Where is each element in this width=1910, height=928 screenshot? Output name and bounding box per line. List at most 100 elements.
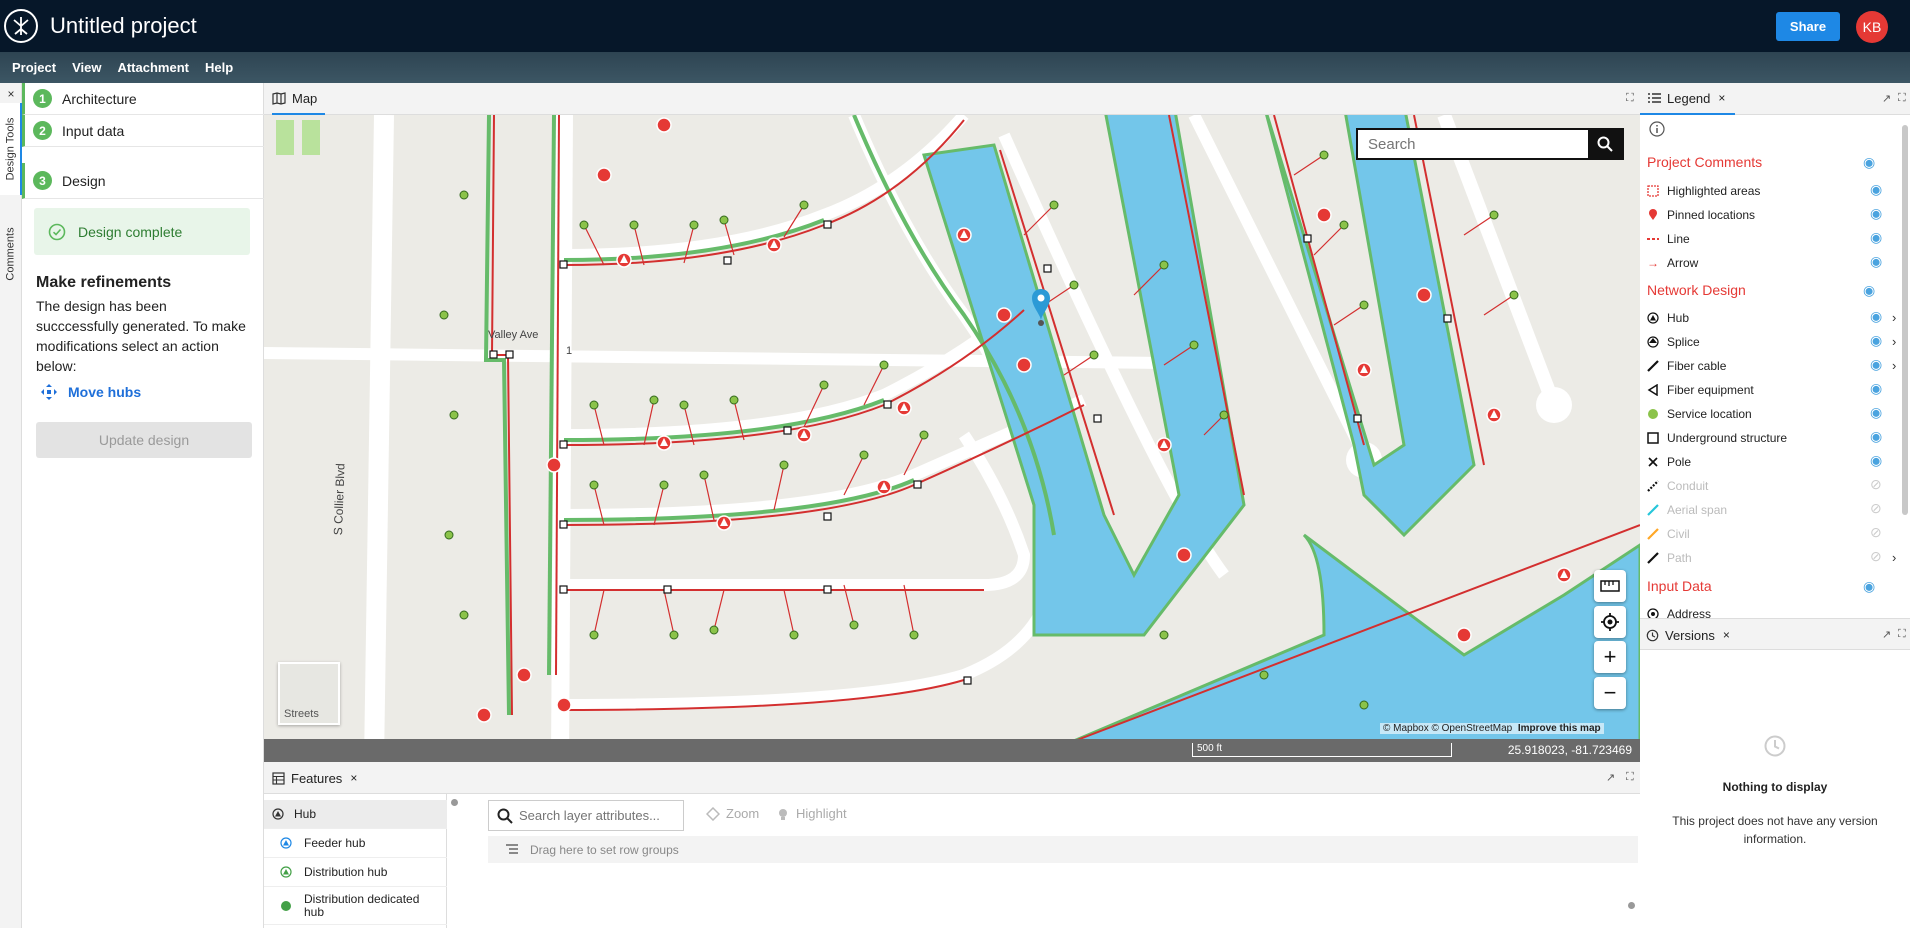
legend-item-fiber-equipment[interactable]: Fiber equipment ◉ [1647,380,1897,400]
side-tab-strip: × Design Tools Comments [0,83,22,928]
menu-project[interactable]: Project [12,60,56,75]
tab-comments[interactable]: Comments [0,213,22,295]
visibility-off-icon[interactable]: ⊘ [1870,548,1882,565]
layer-row-hub[interactable]: Hub [264,800,447,829]
zoom-out-button[interactable]: − [1594,677,1626,709]
menu-help[interactable]: Help [205,60,233,75]
map-search-input[interactable] [1358,130,1589,158]
improve-map-link[interactable]: Improve this map [1518,723,1601,734]
layer-label: Distribution hub [304,865,388,879]
zoom-action[interactable]: Zoom [706,806,759,821]
attribution-text[interactable]: © Mapbox © OpenStreetMap [1383,723,1512,734]
step-design[interactable]: 3 Design [22,163,264,199]
tab-design-tools[interactable]: Design Tools [0,103,22,195]
tab-map[interactable]: Map [272,83,326,115]
map-canvas[interactable]: Valley Ave S Collier Blvd 1 [264,115,1640,762]
visibility-eye-icon[interactable]: ◉ [1870,404,1882,421]
pin-icon [1647,209,1667,221]
legend-item-arrow[interactable]: → Arrow ◉ [1647,253,1897,273]
visibility-off-icon[interactable]: ⊘ [1870,476,1882,493]
legend-item-pole[interactable]: Pole ◉ [1647,452,1897,472]
visibility-eye-icon[interactable]: ◉ [1870,253,1882,270]
layer-label: Distribution dedicated hub [304,891,420,919]
legend-item-conduit[interactable]: Conduit ⊘ [1647,476,1897,496]
menu-view[interactable]: View [72,60,101,75]
legend-item-splice[interactable]: Splice ◉ › [1647,332,1897,352]
close-icon[interactable]: × [0,87,22,101]
locate-button[interactable] [1594,606,1626,638]
list-scrollbar[interactable] [451,799,458,806]
row-group-bar[interactable]: Drag here to set row groups [488,836,1638,863]
maximize-icon[interactable]: ⛶ [1626,771,1634,784]
visibility-eye-icon[interactable]: ◉ [1870,229,1882,246]
visibility-eye-icon[interactable]: ◉ [1870,428,1882,445]
maximize-icon[interactable]: ⛶ [1898,92,1906,105]
layer-search-input[interactable] [519,808,677,823]
visibility-eye-icon[interactable]: ◉ [1870,356,1882,373]
legend-item-aerial-span[interactable]: Aerial span ⊘ [1647,500,1897,520]
popout-icon[interactable]: ↗ [1882,92,1891,105]
legend-item-hub[interactable]: Hub ◉ › [1647,308,1897,328]
visibility-eye-icon[interactable]: ◉ [1870,205,1882,222]
maximize-icon[interactable]: ⛶ [1898,628,1906,641]
conduit-icon [1647,480,1667,492]
legend-item-highlighted-areas[interactable]: Highlighted areas ◉ [1647,181,1897,201]
maximize-icon[interactable]: ⛶ [1626,92,1634,105]
measure-tool-button[interactable] [1594,570,1626,602]
legend-item-civil[interactable]: Civil ⊘ [1647,524,1897,544]
update-design-button[interactable]: Update design [36,422,252,458]
project-title[interactable]: Untitled project [50,13,197,39]
visibility-eye-icon[interactable]: ◉ [1870,452,1882,469]
legend-item-underground-structure[interactable]: Underground structure ◉ [1647,428,1897,448]
popout-icon[interactable]: ↗ [1606,771,1615,784]
share-button[interactable]: Share [1776,12,1840,41]
layer-row-distribution-hub[interactable]: Distribution hub [264,858,447,887]
chevron-right-icon[interactable]: › [1892,550,1896,565]
legend-item-service-location[interactable]: Service location ◉ [1647,404,1897,424]
popout-icon[interactable]: ↗ [1882,628,1891,641]
arrow-icon: → [1647,256,1659,270]
app-logo-icon[interactable] [4,9,38,43]
legend-item-path[interactable]: Path ⊘ › [1647,548,1897,568]
info-icon[interactable] [1649,121,1665,137]
chevron-right-icon[interactable]: › [1892,310,1896,325]
legend-scrollbar[interactable] [1902,125,1908,515]
step-architecture[interactable]: 1 Architecture [22,83,264,115]
layer-row-distribution-dedicated-hub[interactable]: Distribution dedicated hub [264,887,447,925]
tab-versions[interactable]: Versions × [1646,619,1730,651]
menu-attachment[interactable]: Attachment [117,60,189,75]
visibility-eye-icon[interactable]: ◉ [1870,308,1882,325]
move-hubs-action[interactable]: Move hubs [40,383,141,401]
visibility-eye-icon[interactable]: ◉ [1870,332,1882,349]
visibility-eye-icon[interactable]: ◉ [1863,578,1875,595]
basemap-switcher[interactable]: Streets [278,662,340,725]
close-icon[interactable]: × [350,771,357,785]
zoom-label: Zoom [726,806,760,821]
zoom-in-button[interactable]: + [1594,641,1626,673]
visibility-eye-icon[interactable]: ◉ [1870,380,1882,397]
close-icon[interactable]: × [1718,91,1725,105]
row-group-icon [506,844,518,854]
highlight-action[interactable]: Highlight [776,806,847,821]
map-panel-header: Map ⛶ [264,83,1640,115]
user-avatar[interactable]: KB [1856,11,1888,43]
map-search-button[interactable] [1588,128,1622,160]
legend-item-fiber-cable[interactable]: Fiber cable ◉ › [1647,356,1897,376]
visibility-eye-icon[interactable]: ◉ [1863,154,1875,171]
visibility-eye-icon[interactable]: ◉ [1870,181,1882,198]
legend-item-address[interactable]: Address [1647,604,1897,618]
tab-features[interactable]: Features × [272,762,357,794]
step-input-data[interactable]: 2 Input data [22,115,264,147]
close-icon[interactable]: × [1723,628,1730,642]
legend-item-pinned-locations[interactable]: Pinned locations ◉ [1647,205,1897,225]
visibility-off-icon[interactable]: ⊘ [1870,524,1882,541]
versions-empty-description: This project does not have any version i… [1672,814,1878,846]
legend-item-line[interactable]: Line ◉ [1647,229,1897,249]
tab-legend[interactable]: Legend × [1640,83,1736,115]
layer-row-feeder-hub[interactable]: Feeder hub [264,829,447,858]
chevron-right-icon[interactable]: › [1892,358,1896,373]
chevron-right-icon[interactable]: › [1892,334,1896,349]
visibility-off-icon[interactable]: ⊘ [1870,500,1882,517]
visibility-eye-icon[interactable]: ◉ [1863,282,1875,299]
grid-scrollbar[interactable] [1628,902,1635,909]
